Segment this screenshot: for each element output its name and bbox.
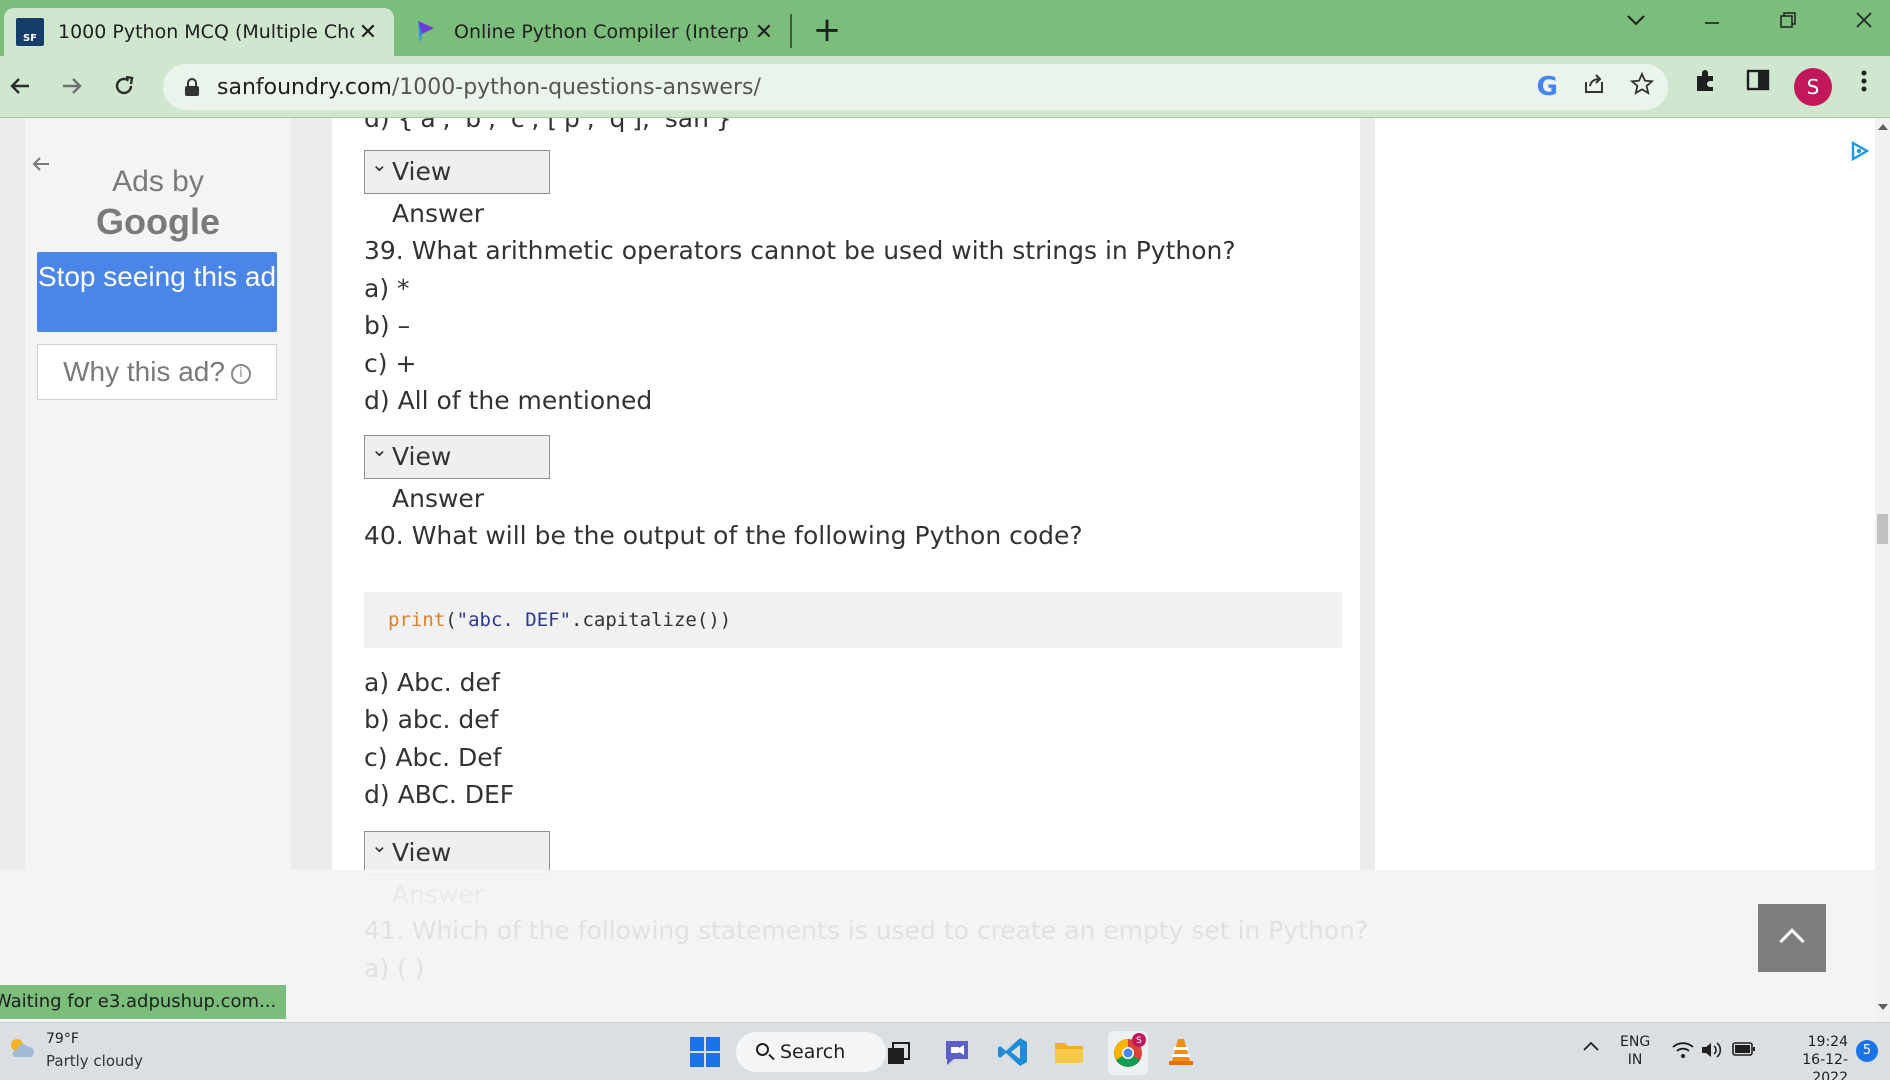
option-a: a) * bbox=[364, 274, 410, 303]
tab-title: Online Python Compiler (Interpreter bbox=[454, 21, 750, 43]
wifi-icon[interactable] bbox=[1672, 1041, 1694, 1064]
vscode-icon[interactable] bbox=[996, 1035, 1030, 1069]
profile-avatar[interactable]: S bbox=[1794, 68, 1832, 106]
teams-chat-icon[interactable] bbox=[940, 1035, 974, 1069]
taskbar-search-button[interactable]: Search bbox=[736, 1032, 886, 1072]
option-c: c) + bbox=[364, 349, 417, 378]
tab-strip: SF 1000 Python MCQ (Multiple Choice ✕ On… bbox=[0, 0, 1890, 56]
vlc-icon[interactable] bbox=[1164, 1035, 1198, 1069]
back-arrow-icon[interactable] bbox=[0, 66, 40, 106]
loading-status: Waiting for e3.adpushup.com... bbox=[0, 985, 287, 1019]
view-answer-button[interactable]: ⌄ View Answer bbox=[364, 435, 550, 513]
battery-icon[interactable] bbox=[1732, 1041, 1756, 1062]
code-snippet: print("abc. DEF".capitalize()) bbox=[364, 592, 1342, 648]
stop-seeing-ad-button[interactable]: Stop seeing this ad bbox=[37, 252, 277, 332]
sanfoundry-logo-icon: SF bbox=[16, 18, 44, 46]
tab-title: 1000 Python MCQ (Multiple Choice bbox=[58, 21, 354, 43]
share-icon[interactable] bbox=[1582, 72, 1606, 102]
ads-by-google-label: Ads by Google bbox=[96, 165, 220, 242]
info-icon: i bbox=[230, 363, 251, 384]
search-icon bbox=[756, 1043, 769, 1056]
volume-icon[interactable] bbox=[1700, 1041, 1722, 1064]
clock[interactable]: 19:24 16-12-2022 bbox=[1772, 1033, 1848, 1080]
page-scrollbar[interactable] bbox=[1875, 118, 1890, 1022]
side-panel-icon[interactable] bbox=[1740, 68, 1776, 99]
view-answer-button[interactable]: ⌄ View Answer bbox=[364, 150, 550, 228]
scroll-thumb[interactable] bbox=[1877, 514, 1888, 544]
google-translate-icon[interactable]: G bbox=[1537, 72, 1558, 102]
question-text: 39. What arithmetic operators cannot be … bbox=[364, 236, 1236, 265]
option-d: d) All of the mentioned bbox=[364, 386, 653, 415]
weather-description: Partly cloudy bbox=[46, 1052, 143, 1070]
option-c: c) Abc. Def bbox=[364, 743, 502, 772]
chevron-down-icon: ⌄ bbox=[371, 833, 388, 857]
close-tab-icon[interactable]: ✕ bbox=[354, 20, 382, 45]
url-text: sanfoundry.com/1000-python-questions-ans… bbox=[217, 74, 761, 100]
previous-option-text: d) {'a', 'b', 'c', ['p', 'q'], 'san'} bbox=[364, 118, 732, 133]
notification-badge[interactable]: 5 bbox=[1856, 1040, 1878, 1062]
tab-sanfoundry[interactable]: SF 1000 Python MCQ (Multiple Choice ✕ bbox=[4, 8, 394, 56]
close-tab-icon[interactable]: ✕ bbox=[750, 20, 778, 45]
question-text: 41. Which of the following statements is… bbox=[364, 916, 1369, 945]
option-b: b) – bbox=[364, 311, 411, 340]
back-to-top-button[interactable] bbox=[1758, 904, 1826, 972]
view-answer-button[interactable]: ⌄ View Answer bbox=[364, 831, 550, 909]
option-a: a) ( ) bbox=[364, 954, 425, 983]
address-bar[interactable]: sanfoundry.com/1000-python-questions-ans… bbox=[163, 64, 1668, 110]
bookmark-star-icon[interactable] bbox=[1629, 71, 1655, 102]
tab-search-chevron-icon[interactable] bbox=[1616, 8, 1656, 33]
web-page: Ads by Google Stop seeing this ad Why th… bbox=[0, 118, 1890, 1022]
file-explorer-icon[interactable] bbox=[1052, 1035, 1086, 1069]
reload-icon[interactable] bbox=[104, 66, 144, 106]
language-indicator[interactable]: ENG IN bbox=[1620, 1033, 1650, 1069]
task-view-icon[interactable] bbox=[884, 1039, 918, 1073]
svg-text:S: S bbox=[1136, 1036, 1142, 1046]
scroll-up-arrow-icon[interactable] bbox=[1878, 124, 1888, 130]
minimize-icon[interactable] bbox=[1692, 10, 1732, 35]
forward-arrow-icon[interactable] bbox=[52, 66, 92, 106]
chevron-down-icon: ⌄ bbox=[371, 152, 388, 176]
option-d: d) ABC. DEF bbox=[364, 780, 515, 809]
browser-toolbar: sanfoundry.com/1000-python-questions-ans… bbox=[0, 56, 1890, 118]
chrome-icon[interactable]: S bbox=[1108, 1031, 1148, 1075]
question-text: 40. What will be the output of the follo… bbox=[364, 521, 1083, 550]
option-b: b) abc. def bbox=[364, 705, 499, 734]
windows-taskbar: 79°F Partly cloudy Search S ENG IN 19:24… bbox=[0, 1022, 1890, 1080]
lock-icon bbox=[185, 78, 199, 96]
partly-cloudy-icon[interactable] bbox=[6, 1033, 36, 1063]
programiz-logo-icon bbox=[412, 18, 440, 46]
tab-separator bbox=[790, 14, 792, 48]
chevron-up-icon bbox=[1779, 928, 1805, 954]
adchoices-icon[interactable] bbox=[1850, 140, 1870, 162]
new-tab-button[interactable]: + bbox=[812, 10, 842, 50]
weather-temperature: 79°F bbox=[46, 1031, 79, 1047]
chevron-down-icon: ⌄ bbox=[371, 437, 388, 461]
google-ad-feedback: Ads by Google Stop seeing this ad Why th… bbox=[25, 152, 291, 922]
show-hidden-icons-chevron-icon[interactable] bbox=[1582, 1039, 1600, 1058]
more-menu-icon[interactable] bbox=[1846, 68, 1882, 101]
tab-programiz[interactable]: Online Python Compiler (Interpreter ✕ bbox=[400, 8, 790, 56]
windows-start-icon[interactable] bbox=[690, 1037, 720, 1067]
close-window-icon[interactable] bbox=[1844, 10, 1884, 35]
restore-icon[interactable] bbox=[1768, 10, 1808, 35]
why-this-ad-button[interactable]: Why this ad? i bbox=[37, 344, 277, 400]
option-a: a) Abc. def bbox=[364, 668, 500, 697]
extensions-puzzle-icon[interactable] bbox=[1688, 68, 1724, 101]
scroll-down-arrow-icon[interactable] bbox=[1878, 1004, 1888, 1010]
